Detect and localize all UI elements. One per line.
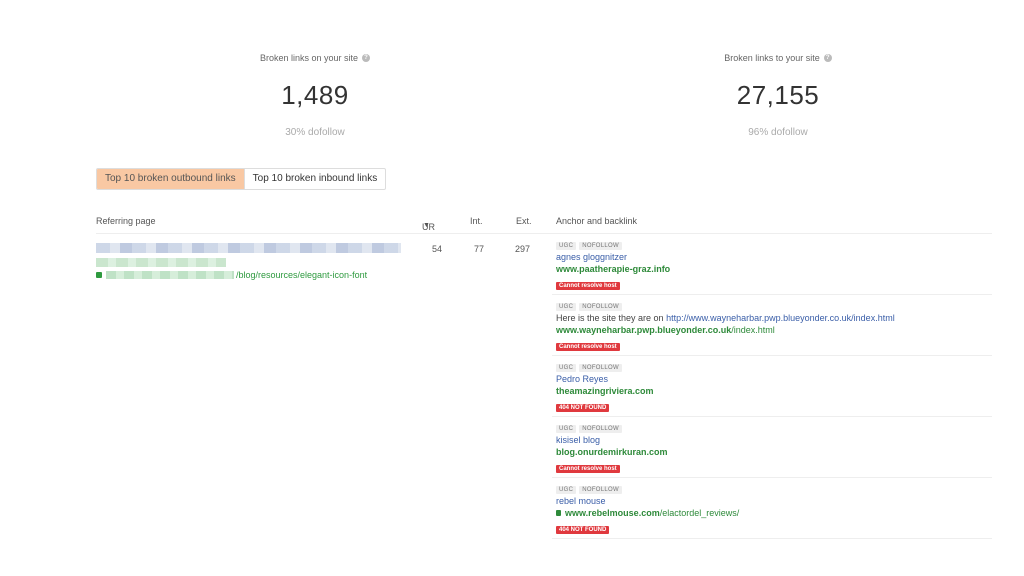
status-badge: Cannot resolve host [556,343,620,351]
status-badge: Cannot resolve host [556,282,620,290]
nofollow-tag: NOFOLLOW [579,425,622,433]
referring-subtitle-redacted [96,258,226,267]
broken-links-table: Referring page UR ▼ Int. Ext. Anchor and … [96,210,992,539]
lock-icon [556,510,561,516]
status-badge: 404 NOT FOUND [556,526,610,534]
list-item: UGC NOFOLLOW kisisel blog blog.onurdemirk… [552,417,992,478]
ugc-tag: UGC [556,486,577,494]
stat-label-text: Broken links to your site [724,53,820,63]
anchor-text: Here is the site they are on http://www.… [556,313,988,323]
referring-domain-redacted [106,271,234,279]
stat-sub: 30% dofollow [285,127,345,138]
stat-value: 27,155 [736,80,820,110]
header-referring-page[interactable]: Referring page [96,216,156,226]
backlink-domain: www.wayneharbar.pwp.blueyonder.co.uk [556,325,732,335]
tab-bar: Top 10 broken outbound links Top 10 brok… [96,168,387,190]
nofollow-tag: NOFOLLOW [579,364,622,372]
backlink-url[interactable]: theamazingriviera.com [556,386,988,396]
ugc-tag: UGC [556,364,577,372]
anchor-backlink-list: UGC NOFOLLOW agnes gloggnitzer www.paathe… [552,234,992,539]
int-value: 77 [474,244,485,254]
list-item: UGC NOFOLLOW Pedro Reyes theamazingrivier… [552,356,992,417]
backlink-url[interactable]: blog.onurdemirkuran.com [556,447,988,457]
backlink-domain: www.paatherapie-graz.info [556,264,671,274]
table-header: Referring page UR ▼ Int. Ext. Anchor and … [96,210,992,234]
stat-label: Broken links on your site ? [259,53,371,63]
header-anchor-backlink: Anchor and backlink [556,216,638,226]
nofollow-tag: NOFOLLOW [579,486,622,494]
backlink-url[interactable]: www.rebelmouse.com/elactordel_reviews/ [556,508,988,518]
help-icon[interactable]: ? [362,54,371,62]
header-ext[interactable]: Ext. [516,216,532,226]
nofollow-tag: NOFOLLOW [579,303,622,311]
referring-title-redacted [96,243,401,253]
referring-url[interactable]: /blog/resources/elegant-icon-font [96,270,367,280]
backlink-url[interactable]: www.paatherapie-graz.info [556,264,988,274]
anchor-text[interactable]: Pedro Reyes [556,374,988,384]
backlink-domain: www.rebelmouse.com [565,508,660,518]
header-int[interactable]: Int. [470,216,483,226]
ugc-tag: UGC [556,242,577,250]
nofollow-tag: NOFOLLOW [579,242,622,250]
backlink-path: /index.html [731,325,775,335]
anchor-plain-text: Here is the site they are on [556,313,667,323]
tab-broken-inbound[interactable]: Top 10 broken inbound links [243,169,386,189]
list-item: UGC NOFOLLOW Here is the site they are on… [552,295,992,356]
backlink-domain: blog.onurdemirkuran.com [556,447,668,457]
ugc-tag: UGC [556,425,577,433]
anchor-text[interactable]: rebel mouse [556,496,988,506]
lock-icon [96,272,102,278]
help-icon[interactable]: ? [823,54,832,62]
referring-url-path: /blog/resources/elegant-icon-font [236,270,368,280]
list-item: UGC NOFOLLOW rebel mouse www.rebelmouse.c… [552,478,992,539]
stat-broken-on-site: Broken links on your site ? 1,489 30% do… [205,48,425,138]
stat-sub: 96% dofollow [748,127,808,138]
anchor-link[interactable]: http://www.wayneharbar.pwp.blueyonder.co… [666,313,895,323]
backlink-domain: theamazingriviera.com [556,386,654,396]
anchor-text[interactable]: agnes gloggnitzer [556,252,988,262]
status-badge: 404 NOT FOUND [556,404,610,412]
ext-value: 297 [515,244,531,254]
sort-desc-icon: ▼ [423,222,430,229]
anchor-text[interactable]: kisisel blog [556,435,988,445]
stat-label-text: Broken links on your site [259,53,359,63]
stat-label: Broken links to your site ? [724,53,832,63]
stat-broken-to-site: Broken links to your site ? 27,155 96% d… [668,48,888,138]
backlink-url[interactable]: www.wayneharbar.pwp.blueyonder.co.uk/ind… [556,325,988,335]
stat-value: 1,489 [281,80,349,110]
backlink-path: /elactordel_reviews/ [659,508,740,518]
ugc-tag: UGC [556,303,577,311]
tab-broken-outbound[interactable]: Top 10 broken outbound links [97,169,244,189]
status-badge: Cannot resolve host [556,465,620,473]
list-item: UGC NOFOLLOW agnes gloggnitzer www.paathe… [552,234,992,295]
ur-value: 54 [432,244,443,254]
